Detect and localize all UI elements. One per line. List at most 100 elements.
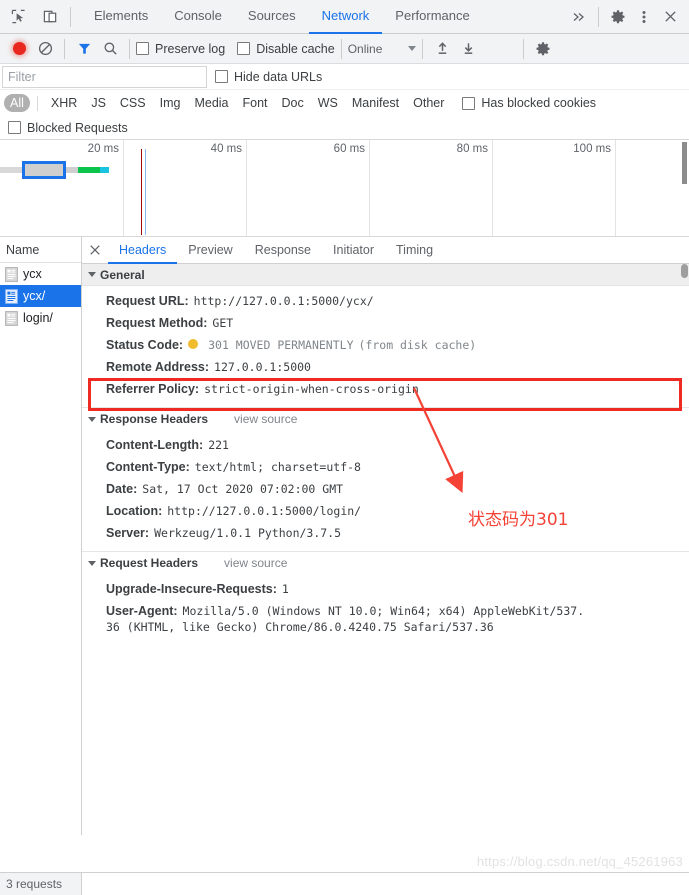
detail-scrollbar-thumb[interactable] bbox=[681, 264, 688, 278]
document-icon bbox=[5, 266, 18, 282]
record-button[interactable] bbox=[6, 37, 32, 61]
detail-tab-timing[interactable]: Timing bbox=[385, 237, 444, 264]
has-blocked-cookies-box[interactable] bbox=[462, 96, 476, 110]
response-view-source-link[interactable]: view source bbox=[234, 412, 297, 426]
more-options-icon[interactable] bbox=[631, 3, 657, 31]
detail-tab-bar: Headers Preview Response Initiator Timin… bbox=[82, 237, 689, 264]
has-blocked-cookies-checkbox[interactable]: Has blocked cookies bbox=[462, 96, 596, 110]
type-filter-doc[interactable]: Doc bbox=[276, 94, 310, 112]
overview-selection-handle[interactable] bbox=[22, 161, 66, 179]
request-header-rows: Upgrade-Insecure-Requests: 1 User-Agent:… bbox=[82, 574, 689, 643]
overview-segment bbox=[100, 167, 109, 173]
more-tabs-icon[interactable] bbox=[566, 3, 592, 31]
disable-cache-box[interactable] bbox=[237, 42, 251, 55]
timeline-tick-label: 80 ms bbox=[456, 143, 488, 155]
tab-network[interactable]: Network bbox=[308, 0, 383, 34]
has-blocked-cookies-label: Has blocked cookies bbox=[481, 96, 597, 110]
request-row-ycx-slash[interactable]: ycx/ bbox=[0, 285, 81, 307]
type-filter-all[interactable]: All bbox=[4, 94, 30, 112]
settings-gear-icon[interactable] bbox=[605, 3, 631, 31]
clear-button[interactable] bbox=[32, 37, 58, 61]
network-main-split: Name ycx ycx/ login/ Headers Preview Res… bbox=[0, 237, 689, 835]
timeline-tick-label: 100 ms bbox=[573, 143, 611, 155]
request-row-label: ycx/ bbox=[23, 289, 46, 303]
section-header-general[interactable]: General bbox=[82, 264, 689, 286]
type-filter-media[interactable]: Media bbox=[188, 94, 234, 112]
detail-scrollbar[interactable] bbox=[680, 264, 689, 835]
section-title-response-headers: Response Headers bbox=[100, 412, 209, 426]
preserve-log-box[interactable] bbox=[136, 42, 149, 55]
disable-cache-checkbox[interactable]: Disable cache bbox=[237, 42, 335, 56]
throttle-value: Online bbox=[347, 41, 383, 56]
detail-tab-initiator[interactable]: Initiator bbox=[322, 237, 385, 264]
filter-button[interactable] bbox=[71, 37, 97, 61]
blocked-requests-box[interactable] bbox=[8, 121, 21, 134]
header-name: Status Code: bbox=[106, 337, 184, 352]
type-filter-ws[interactable]: WS bbox=[312, 94, 344, 112]
blocked-requests-checkbox[interactable]: Blocked Requests bbox=[8, 121, 128, 135]
request-row-label: login/ bbox=[23, 311, 53, 325]
request-name-column-header[interactable]: Name bbox=[0, 237, 81, 263]
blocked-requests-label: Blocked Requests bbox=[27, 120, 128, 135]
hide-data-urls-box[interactable] bbox=[215, 70, 228, 83]
request-row-ycx[interactable]: ycx bbox=[0, 263, 81, 285]
detail-tab-response[interactable]: Response bbox=[244, 237, 322, 264]
network-status-bar: 3 requests bbox=[0, 872, 689, 895]
network-overview-timeline[interactable]: 20 ms 40 ms 60 ms 80 ms 100 ms bbox=[0, 140, 689, 237]
device-toolbar-icon[interactable] bbox=[36, 3, 64, 31]
network-settings-button[interactable] bbox=[530, 37, 556, 61]
filter-input[interactable] bbox=[2, 65, 207, 88]
type-filter-manifest[interactable]: Manifest bbox=[346, 94, 405, 112]
tab-console[interactable]: Console bbox=[161, 0, 235, 34]
type-filter-css[interactable]: CSS bbox=[114, 94, 152, 112]
toolbar-divider-3 bbox=[340, 38, 342, 59]
inspect-element-icon[interactable] bbox=[4, 3, 32, 31]
type-filter-img[interactable]: Img bbox=[154, 94, 187, 112]
section-header-request-headers[interactable]: Request Headers view source bbox=[82, 552, 689, 574]
header-name: Content-Length: bbox=[106, 437, 204, 452]
header-name: Request URL: bbox=[106, 293, 189, 308]
tab-performance[interactable]: Performance bbox=[382, 0, 482, 34]
search-button[interactable] bbox=[97, 37, 123, 61]
request-list-pane: Name ycx ycx/ login/ bbox=[0, 237, 82, 835]
type-filter-js[interactable]: JS bbox=[85, 94, 112, 112]
response-header-rows: Content-Length: 221 Content-Type: text/h… bbox=[82, 430, 689, 551]
hide-data-urls-checkbox[interactable]: Hide data URLs bbox=[215, 70, 322, 84]
throttle-dropdown[interactable]: Online bbox=[348, 42, 417, 56]
toolbar-divider-4 bbox=[422, 38, 424, 59]
hide-data-urls-label: Hide data URLs bbox=[234, 69, 323, 84]
request-view-source-link[interactable]: view source bbox=[224, 556, 287, 570]
header-row-referrer-policy: Referrer Policy: strict-origin-when-cros… bbox=[82, 378, 689, 400]
type-filter-xhr[interactable]: XHR bbox=[45, 94, 83, 112]
type-filter-other[interactable]: Other bbox=[407, 94, 450, 112]
close-detail-icon[interactable] bbox=[82, 237, 108, 263]
dom-content-loaded-marker bbox=[141, 149, 142, 235]
header-value: strict-origin-when-cross-origin bbox=[204, 381, 419, 396]
type-filter-font[interactable]: Font bbox=[237, 94, 274, 112]
tabbar-right-divider bbox=[598, 6, 599, 27]
overview-scrollbar[interactable] bbox=[682, 142, 687, 184]
import-har-button[interactable] bbox=[429, 37, 455, 61]
tab-elements[interactable]: Elements bbox=[81, 0, 161, 34]
request-row-login[interactable]: login/ bbox=[0, 307, 81, 329]
header-value: GET bbox=[212, 315, 234, 330]
tab-sources[interactable]: Sources bbox=[235, 0, 309, 34]
header-name: Upgrade-Insecure-Requests: bbox=[106, 581, 277, 596]
export-har-button[interactable] bbox=[455, 37, 481, 61]
filter-row: Hide data URLs bbox=[0, 64, 689, 90]
header-row-upgrade-insecure-requests: Upgrade-Insecure-Requests: 1 bbox=[82, 578, 689, 600]
detail-tab-headers[interactable]: Headers bbox=[108, 237, 178, 264]
close-devtools-icon[interactable] bbox=[657, 3, 683, 31]
tabbar-right-controls bbox=[566, 3, 689, 31]
status-code-value: 301 MOVED PERMANENTLY bbox=[208, 337, 354, 352]
section-title-general: General bbox=[100, 267, 145, 282]
header-row-server: Server: Werkzeug/1.0.1 Python/3.7.5 bbox=[82, 522, 689, 544]
record-dot-icon bbox=[12, 42, 26, 55]
header-value: 221 bbox=[208, 437, 229, 452]
type-filter-divider bbox=[36, 95, 38, 111]
section-header-response-headers[interactable]: Response Headers view source bbox=[82, 408, 689, 430]
preserve-log-checkbox[interactable]: Preserve log bbox=[136, 42, 225, 56]
detail-tab-preview[interactable]: Preview bbox=[177, 237, 243, 264]
header-value: http://127.0.0.1:5000/login/ bbox=[167, 503, 362, 518]
header-name: Remote Address: bbox=[106, 359, 210, 374]
